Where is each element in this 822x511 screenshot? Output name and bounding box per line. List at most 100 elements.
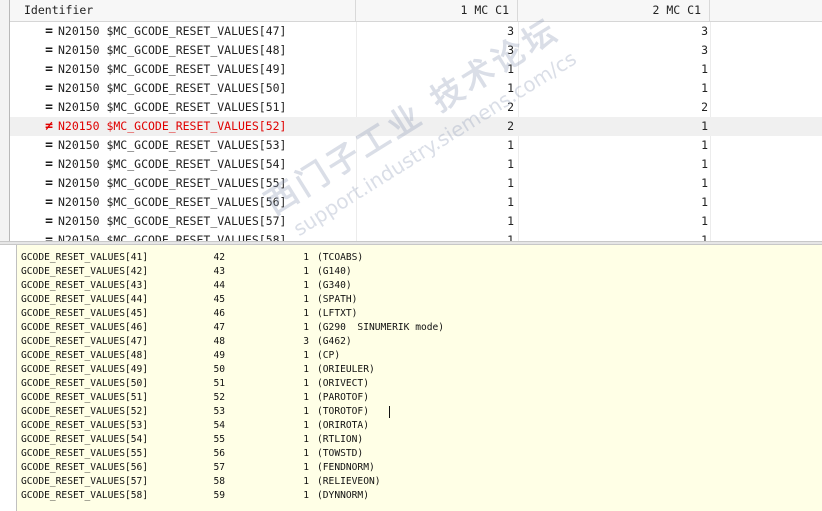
row-identifier: N20150 $MC_GCODE_RESET_VALUES[57] <box>58 214 287 228</box>
line-parameter-name: GCODE_RESET_VALUES[55] <box>21 448 149 459</box>
row-value-1: 1 <box>507 195 514 209</box>
table-row[interactable]: = N20150 $MC_GCODE_RESET_VALUES[57] 1 1 <box>10 212 822 231</box>
line-description: (RELIEVEON) <box>317 476 381 487</box>
line-index: 52 <box>213 392 225 403</box>
grid-header: Identifier 1 MC C1 2 MC C1 <box>10 0 822 22</box>
line-description: (ORIVECT) <box>317 378 369 389</box>
line-description: (ORIEULER) <box>317 364 375 375</box>
line-value: 1 <box>303 266 309 277</box>
line-parameter-name: GCODE_RESET_VALUES[54] <box>21 434 149 445</box>
table-row[interactable]: = N20150 $MC_GCODE_RESET_VALUES[47] 3 3 <box>10 22 822 41</box>
line-value: 1 <box>303 378 309 389</box>
equal-icon: = <box>45 157 53 172</box>
line-value: 1 <box>303 294 309 305</box>
row-identifier: N20150 $MC_GCODE_RESET_VALUES[48] <box>58 43 287 57</box>
line-description: (TCOABS) <box>317 252 364 263</box>
row-value-2: 2 <box>701 100 708 114</box>
line-parameter-name: GCODE_RESET_VALUES[45] <box>21 308 149 319</box>
table-row[interactable]: = N20150 $MC_GCODE_RESET_VALUES[49] 1 1 <box>10 60 822 79</box>
row-value-1: 1 <box>507 81 514 95</box>
table-row[interactable]: = N20150 $MC_GCODE_RESET_VALUES[53] 1 1 <box>10 136 822 155</box>
not-equal-icon: ≠ <box>45 119 53 134</box>
line-parameter-name: GCODE_RESET_VALUES[43] <box>21 280 149 291</box>
line-index: 48 <box>213 336 225 347</box>
table-row[interactable]: = N20150 $MC_GCODE_RESET_VALUES[48] 3 3 <box>10 41 822 60</box>
line-description: (CP) <box>317 350 341 361</box>
line-parameter-name: GCODE_RESET_VALUES[56] <box>21 462 149 473</box>
equal-icon: = <box>45 176 53 191</box>
row-identifier: N20150 $MC_GCODE_RESET_VALUES[51] <box>58 100 287 114</box>
line-description: (G140) <box>317 266 352 277</box>
row-value-2: 1 <box>701 176 708 190</box>
line-value: 1 <box>303 252 309 263</box>
line-index: 47 <box>213 322 225 333</box>
text-pane[interactable]: GCODE_RESET_VALUES[41] 42 1 (TCOABS) GCODE_R… <box>16 245 822 511</box>
table-row-different[interactable]: ≠ N20150 $MC_GCODE_RESET_VALUES[52] 2 1 <box>10 117 822 136</box>
line-value: 1 <box>303 406 309 417</box>
row-value-2: 1 <box>701 157 708 171</box>
equal-icon: = <box>45 214 53 229</box>
row-identifier: N20150 $MC_GCODE_RESET_VALUES[47] <box>58 24 287 38</box>
line-index: 50 <box>213 364 225 375</box>
row-value-2: 1 <box>701 195 708 209</box>
line-value: 1 <box>303 392 309 403</box>
line-parameter-name: GCODE_RESET_VALUES[41] <box>21 252 149 263</box>
line-value: 3 <box>303 336 309 347</box>
line-parameter-name: GCODE_RESET_VALUES[57] <box>21 476 149 487</box>
line-value: 1 <box>303 350 309 361</box>
row-identifier: N20150 $MC_GCODE_RESET_VALUES[55] <box>58 176 287 190</box>
line-index: 54 <box>213 420 225 431</box>
equal-icon: = <box>45 100 53 115</box>
line-parameter-name: GCODE_RESET_VALUES[58] <box>21 490 149 501</box>
row-identifier: N20150 $MC_GCODE_RESET_VALUES[54] <box>58 157 287 171</box>
text-cursor <box>389 406 390 418</box>
row-identifier: N20150 $MC_GCODE_RESET_VALUES[49] <box>58 62 287 76</box>
line-parameter-name: GCODE_RESET_VALUES[46] <box>21 322 149 333</box>
table-row[interactable]: = N20150 $MC_GCODE_RESET_VALUES[55] 1 1 <box>10 174 822 193</box>
table-row[interactable]: = N20150 $MC_GCODE_RESET_VALUES[50] 1 1 <box>10 79 822 98</box>
row-identifier: N20150 $MC_GCODE_RESET_VALUES[53] <box>58 138 287 152</box>
row-identifier: N20150 $MC_GCODE_RESET_VALUES[52] <box>58 119 287 133</box>
line-index: 57 <box>213 462 225 473</box>
row-value-1: 2 <box>507 119 514 133</box>
line-parameter-name: GCODE_RESET_VALUES[50] <box>21 378 149 389</box>
left-gutter <box>0 0 10 242</box>
grid-rows: = N20150 $MC_GCODE_RESET_VALUES[47] 3 3 = N20… <box>10 22 822 242</box>
column-header-identifier[interactable]: Identifier <box>10 0 356 21</box>
row-value-2: 3 <box>701 43 708 57</box>
line-description: (PAROTOF) <box>317 392 369 403</box>
line-description: (TOWSTD) <box>317 448 364 459</box>
equal-icon: = <box>45 81 53 96</box>
row-identifier: N20150 $MC_GCODE_RESET_VALUES[56] <box>58 195 287 209</box>
line-value: 1 <box>303 490 309 501</box>
line-parameter-name: GCODE_RESET_VALUES[51] <box>21 392 149 403</box>
row-value-2: 1 <box>701 62 708 76</box>
line-index: 58 <box>213 476 225 487</box>
line-parameter-name: GCODE_RESET_VALUES[52] <box>21 406 149 417</box>
table-row[interactable]: = N20150 $MC_GCODE_RESET_VALUES[51] 2 2 <box>10 98 822 117</box>
row-value-2: 1 <box>701 81 708 95</box>
line-index: 44 <box>213 280 225 291</box>
line-description: (G340) <box>317 280 352 291</box>
line-description: (G462) <box>317 336 352 347</box>
line-description: (FENDNORM) <box>317 462 375 473</box>
line-index: 42 <box>213 252 225 263</box>
table-row[interactable]: = N20150 $MC_GCODE_RESET_VALUES[54] 1 1 <box>10 155 822 174</box>
line-description: (LFTXT) <box>317 308 358 319</box>
row-value-1: 1 <box>507 157 514 171</box>
line-description: (ORIROTA) <box>317 420 369 431</box>
line-index: 49 <box>213 350 225 361</box>
line-value: 1 <box>303 280 309 291</box>
column-header-2-mc-c1[interactable]: 2 MC C1 <box>518 0 710 21</box>
table-row[interactable]: = N20150 $MC_GCODE_RESET_VALUES[56] 1 1 <box>10 193 822 212</box>
line-value: 1 <box>303 364 309 375</box>
row-identifier: N20150 $MC_GCODE_RESET_VALUES[50] <box>58 81 287 95</box>
line-index: 53 <box>213 406 225 417</box>
line-index: 45 <box>213 294 225 305</box>
line-index: 55 <box>213 434 225 445</box>
column-header-1-mc-c1[interactable]: 1 MC C1 <box>356 0 518 21</box>
row-value-2: 3 <box>701 24 708 38</box>
line-parameter-name: GCODE_RESET_VALUES[42] <box>21 266 149 277</box>
line-parameter-name: GCODE_RESET_VALUES[49] <box>21 364 149 375</box>
line-description: (TOROTOF) <box>317 406 369 417</box>
